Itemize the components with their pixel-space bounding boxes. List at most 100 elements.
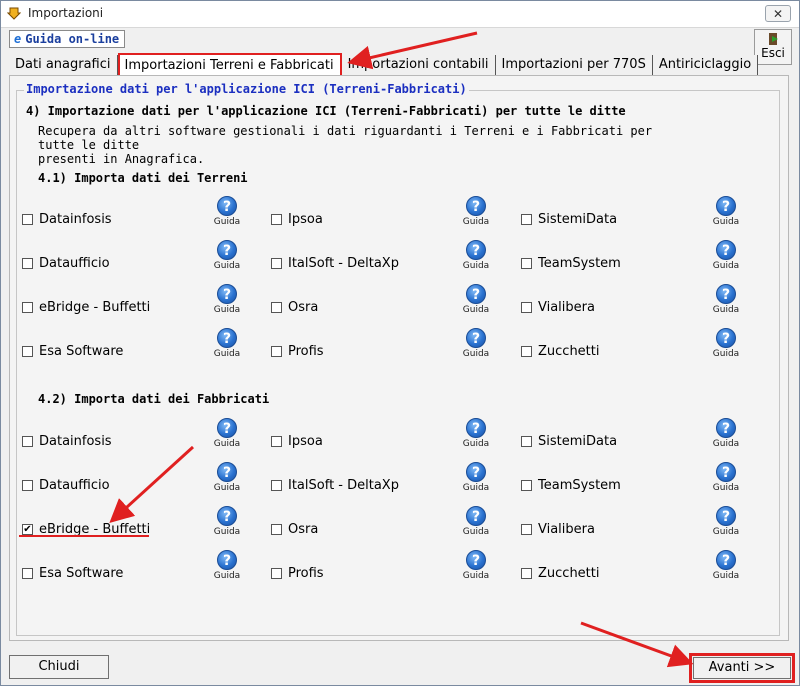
checkbox[interactable] bbox=[22, 480, 33, 491]
checkbox-item[interactable]: Profis bbox=[271, 566, 324, 581]
guida-help-button[interactable]: ? Guida bbox=[711, 418, 741, 449]
guida-help-button[interactable]: ? Guida bbox=[212, 196, 242, 227]
checkbox[interactable] bbox=[521, 568, 532, 579]
checkbox-label: Osra bbox=[288, 300, 319, 315]
checkbox[interactable] bbox=[271, 480, 282, 491]
checkbox[interactable] bbox=[521, 524, 532, 535]
checkbox[interactable] bbox=[271, 524, 282, 535]
checkbox-item[interactable]: Ipsoa bbox=[271, 434, 323, 449]
checkbox-item[interactable]: Vialibera bbox=[521, 522, 595, 537]
guida-help-button[interactable]: ? Guida bbox=[212, 506, 242, 537]
checkbox[interactable] bbox=[22, 346, 33, 357]
checkbox[interactable] bbox=[22, 436, 33, 447]
guida-label: Guida bbox=[213, 527, 241, 537]
checkbox-item[interactable]: Datainfosis bbox=[22, 212, 112, 227]
guida-help-button[interactable]: ? Guida bbox=[711, 328, 741, 359]
tab-importazioni-contabili[interactable]: Importazioni contabili bbox=[341, 55, 496, 75]
guida-help-button[interactable]: ? Guida bbox=[711, 506, 741, 537]
chiudi-button[interactable]: Chiudi bbox=[9, 655, 109, 679]
checkbox-item[interactable]: Vialibera bbox=[521, 300, 595, 315]
checkbox-label: Datainfosis bbox=[39, 212, 112, 227]
checkbox-label: Zucchetti bbox=[538, 566, 600, 581]
guida-help-button[interactable]: ? Guida bbox=[212, 550, 242, 581]
help-question-icon: ? bbox=[217, 506, 237, 526]
checkbox-item[interactable]: Osra bbox=[271, 522, 318, 537]
window-close-button[interactable]: ✕ bbox=[765, 5, 791, 22]
checkbox-item[interactable]: SistemiData bbox=[521, 434, 617, 449]
checkbox-item[interactable]: ItalSoft - DeltaXp bbox=[271, 256, 399, 271]
checkbox[interactable] bbox=[22, 214, 33, 225]
guida-help-button[interactable]: ? Guida bbox=[711, 550, 741, 581]
description-line-1: Recupera da altri software gestionali i … bbox=[38, 124, 653, 152]
guida-label: Guida bbox=[462, 349, 490, 359]
tab-strip: Dati anagrafici Importazioni Terreni e F… bbox=[9, 53, 759, 77]
avanti-highlight-box bbox=[689, 653, 795, 683]
guida-help-button[interactable]: ? Guida bbox=[461, 462, 491, 493]
checkbox[interactable] bbox=[521, 346, 532, 357]
tab-importazioni-terreni-fabbricati[interactable]: Importazioni Terreni e Fabbricati bbox=[117, 53, 342, 77]
checkbox[interactable] bbox=[22, 258, 33, 269]
checkbox-item[interactable]: Profis bbox=[271, 344, 324, 359]
guida-help-button[interactable]: ? Guida bbox=[461, 196, 491, 227]
tab-dati-anagrafici[interactable]: Dati anagrafici bbox=[9, 55, 118, 75]
checkbox[interactable] bbox=[271, 302, 282, 313]
close-icon: ✕ bbox=[772, 6, 784, 21]
guida-help-button[interactable]: ? Guida bbox=[461, 418, 491, 449]
guida-help-button[interactable]: ? Guida bbox=[711, 284, 741, 315]
tab-importazioni-770s[interactable]: Importazioni per 770S bbox=[495, 55, 653, 75]
guida-help-button[interactable]: ? Guida bbox=[461, 240, 491, 271]
checkbox-item[interactable]: ItalSoft - DeltaXp bbox=[271, 478, 399, 493]
guida-help-button[interactable]: ? Guida bbox=[711, 240, 741, 271]
guida-help-button[interactable]: ? Guida bbox=[212, 284, 242, 315]
checkbox-item[interactable]: Zucchetti bbox=[521, 566, 599, 581]
tab-antiriciclaggio[interactable]: Antiriciclaggio bbox=[652, 55, 759, 75]
guida-help-button[interactable]: ? Guida bbox=[711, 196, 741, 227]
checkbox[interactable]: ✔ bbox=[22, 524, 33, 535]
checkbox-item[interactable]: Esa Software bbox=[22, 566, 123, 581]
checkbox[interactable] bbox=[521, 480, 532, 491]
checkbox[interactable] bbox=[22, 568, 33, 579]
checkbox[interactable] bbox=[22, 302, 33, 313]
checkbox[interactable] bbox=[521, 302, 532, 313]
guida-label: Guida bbox=[712, 527, 740, 537]
checkbox-item[interactable]: Zucchetti bbox=[521, 344, 599, 359]
browser-icon: e bbox=[14, 32, 22, 46]
checkbox[interactable] bbox=[521, 214, 532, 225]
checkbox-item[interactable]: TeamSystem bbox=[521, 478, 621, 493]
checkbox-item[interactable]: Datainfosis bbox=[22, 434, 112, 449]
guida-label: Guida bbox=[213, 305, 241, 315]
checkbox-item[interactable]: TeamSystem bbox=[521, 256, 621, 271]
guida-help-button[interactable]: ? Guida bbox=[461, 328, 491, 359]
guida-help-button[interactable]: ? Guida bbox=[212, 240, 242, 271]
app-arrow-icon bbox=[7, 6, 21, 20]
guida-help-button[interactable]: ? Guida bbox=[461, 284, 491, 315]
checkbox[interactable] bbox=[271, 214, 282, 225]
fabbricati-title: 4.2) Importa dati dei Fabbricati bbox=[38, 392, 270, 406]
checkbox[interactable] bbox=[271, 346, 282, 357]
esci-button[interactable]: Esci bbox=[754, 29, 792, 65]
guida-help-button[interactable]: ? Guida bbox=[212, 462, 242, 493]
help-question-icon: ? bbox=[716, 550, 736, 570]
guida-help-button[interactable]: ? Guida bbox=[711, 462, 741, 493]
checkbox[interactable] bbox=[271, 568, 282, 579]
checkbox-item[interactable]: Dataufficio bbox=[22, 256, 110, 271]
checkbox[interactable] bbox=[271, 258, 282, 269]
checkbox-item[interactable]: Osra bbox=[271, 300, 318, 315]
checkbox-item[interactable]: eBridge - Buffetti bbox=[22, 300, 150, 315]
checkbox[interactable] bbox=[521, 436, 532, 447]
help-question-icon: ? bbox=[466, 240, 486, 260]
checkbox-item[interactable]: Ipsoa bbox=[271, 212, 323, 227]
checkbox-item[interactable]: SistemiData bbox=[521, 212, 617, 227]
checkbox-label: ItalSoft - DeltaXp bbox=[288, 256, 399, 271]
checkbox[interactable] bbox=[521, 258, 532, 269]
guida-label: Guida bbox=[712, 483, 740, 493]
checkbox-item[interactable]: Dataufficio bbox=[22, 478, 110, 493]
tab-panel: Importazione dati per l'applicazione ICI… bbox=[9, 75, 789, 641]
guida-online-button[interactable]: e Guida on-line bbox=[9, 30, 125, 48]
guida-help-button[interactable]: ? Guida bbox=[212, 328, 242, 359]
checkbox-item[interactable]: Esa Software bbox=[22, 344, 123, 359]
checkbox[interactable] bbox=[271, 436, 282, 447]
guida-help-button[interactable]: ? Guida bbox=[461, 550, 491, 581]
guida-help-button[interactable]: ? Guida bbox=[461, 506, 491, 537]
guida-help-button[interactable]: ? Guida bbox=[212, 418, 242, 449]
